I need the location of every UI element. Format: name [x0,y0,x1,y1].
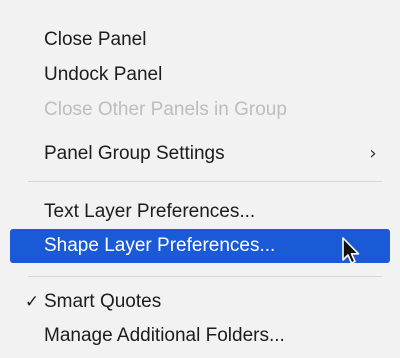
menu-item-close-panel[interactable]: Close Panel [10,23,390,57]
menu-item-undock-panel[interactable]: Undock Panel [10,58,390,92]
menu-item-text-layer-preferences[interactable]: Text Layer Preferences... [10,195,390,229]
chevron-right-icon: › [369,143,377,164]
menu-item-label: Text Layer Preferences... [44,201,256,222]
menu-separator [28,276,382,277]
checkmark-icon: ✓ [24,292,40,312]
menu-item-panel-group-settings[interactable]: Panel Group Settings › [10,137,390,171]
menu-item-label: Manage Additional Folders... [44,325,285,346]
menu-item-label: Close Other Panels in Group [44,99,287,120]
context-menu: Close Panel Undock Panel Close Other Pan… [0,0,400,358]
menu-item-manage-additional-folders[interactable]: Manage Additional Folders... [10,319,390,353]
mouse-pointer-icon [342,237,360,264]
menu-item-label: Smart Quotes [44,291,162,312]
menu-item-close-other-panels: Close Other Panels in Group [10,93,390,127]
menu-item-shape-layer-preferences[interactable]: Shape Layer Preferences... [10,229,390,263]
menu-item-label: Panel Group Settings [44,143,225,164]
menu-item-label: Close Panel [44,29,147,50]
menu-separator [28,181,382,182]
menu-item-label: Undock Panel [44,64,163,85]
menu-item-smart-quotes[interactable]: ✓ Smart Quotes [10,285,390,319]
menu-item-label: Shape Layer Preferences... [44,235,276,256]
